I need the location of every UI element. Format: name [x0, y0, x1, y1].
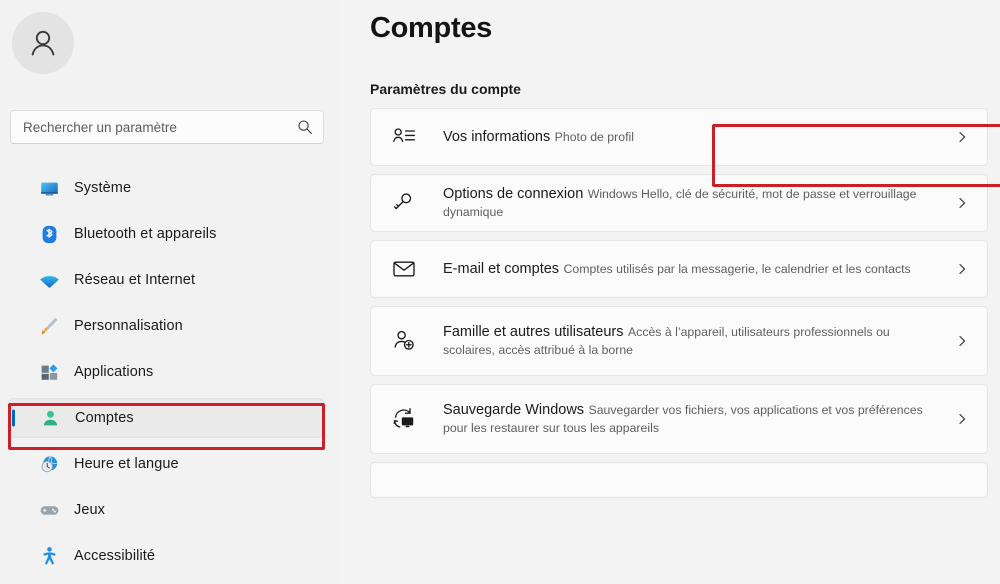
- sidebar-item-comptes[interactable]: Comptes: [8, 398, 324, 438]
- card-vos-informations[interactable]: Vos informations Photo de profil: [370, 108, 988, 166]
- card-title: Vos informations: [443, 128, 551, 145]
- accessibility-icon: [38, 545, 60, 567]
- contact-card-icon: [387, 120, 421, 154]
- sidebar-item-label: Applications: [74, 364, 154, 380]
- sidebar-item-systeme[interactable]: Système: [8, 168, 324, 208]
- mail-icon: [387, 252, 421, 286]
- sidebar-item-label: Heure et langue: [74, 456, 179, 472]
- paintbrush-icon: [38, 315, 60, 337]
- sidebar-item-label: Réseau et Internet: [74, 272, 196, 288]
- chevron-right-icon[interactable]: [955, 412, 969, 426]
- sidebar-item-label: Accessibilité: [74, 548, 156, 564]
- sidebar-item-jeux[interactable]: Jeux: [8, 490, 324, 530]
- sidebar-item-heure-et-langue[interactable]: Heure et langue: [8, 444, 324, 484]
- bluetooth-icon: [38, 223, 60, 245]
- card-title: Sauvegarde Windows: [443, 402, 585, 419]
- card-title: E-mail et comptes: [443, 261, 560, 278]
- gamepad-icon: [38, 499, 60, 521]
- sidebar-item-accessibilite[interactable]: Accessibilité: [8, 536, 324, 576]
- sidebar-item-label: Bluetooth et appareils: [74, 226, 217, 242]
- card-subtitle: Photo de profil: [554, 129, 634, 144]
- chevron-right-icon[interactable]: [955, 334, 969, 348]
- wifi-icon: [38, 269, 60, 291]
- card-options-de-connexion[interactable]: Options de connexion Windows Hello, clé …: [370, 174, 988, 233]
- person-icon: [39, 407, 61, 429]
- search-input[interactable]: [23, 111, 297, 143]
- apps-icon: [38, 361, 60, 383]
- sidebar-item-personnalisation[interactable]: Personnalisation: [8, 306, 324, 346]
- card-email-et-comptes[interactable]: E-mail et comptes Comptes utilisés par l…: [370, 240, 988, 299]
- chevron-right-icon[interactable]: [955, 262, 969, 276]
- add-user-icon: [387, 324, 421, 358]
- sidebar-item-label: Personnalisation: [74, 318, 183, 334]
- search-icon[interactable]: [297, 119, 313, 135]
- search-box[interactable]: [10, 110, 324, 144]
- clock-globe-icon: [38, 453, 60, 475]
- chevron-right-icon[interactable]: [955, 130, 969, 144]
- card-title: Famille et autres utilisateurs: [443, 324, 624, 341]
- sidebar-item-reseau-et-internet[interactable]: Réseau et Internet: [8, 260, 324, 300]
- page-title: Comptes: [370, 12, 492, 44]
- main-content: Comptes Paramètres du compte Vos informa…: [340, 0, 1000, 584]
- chevron-right-icon[interactable]: [955, 196, 969, 210]
- sidebar-item-bluetooth-et-appareils[interactable]: Bluetooth et appareils: [8, 214, 324, 254]
- card-famille-et-autres-utilisateurs[interactable]: Famille et autres utilisateurs Accès à l…: [370, 306, 988, 377]
- person-avatar-icon: [12, 12, 74, 74]
- key-icon: [387, 186, 421, 220]
- card-title: Options de connexion: [443, 186, 584, 202]
- avatar[interactable]: [12, 12, 74, 74]
- sidebar-item-label: Comptes: [75, 410, 134, 426]
- backup-sync-icon: [387, 402, 421, 436]
- settings-card-list: Vos informations Photo de profil Options…: [370, 108, 988, 499]
- sidebar-nav: Système Bluetooth et appareils Réseau et…: [0, 168, 340, 582]
- sidebar-item-applications[interactable]: Applications: [8, 352, 324, 392]
- sidebar: Système Bluetooth et appareils: [0, 0, 340, 584]
- sidebar-item-label: Jeux: [74, 502, 106, 518]
- card-sauvegarde-windows[interactable]: Sauvegarde Windows Sauvegarder vos fichi…: [370, 384, 988, 455]
- card-subtitle: Comptes utilisés par la messagerie, le c…: [563, 262, 911, 277]
- card-next-partial[interactable]: [370, 462, 988, 499]
- sidebar-item-label: Système: [74, 180, 132, 196]
- section-title: Paramètres du compte: [370, 81, 521, 97]
- monitor-icon: [38, 177, 60, 199]
- settings-window: Système Bluetooth et appareils: [0, 0, 1000, 584]
